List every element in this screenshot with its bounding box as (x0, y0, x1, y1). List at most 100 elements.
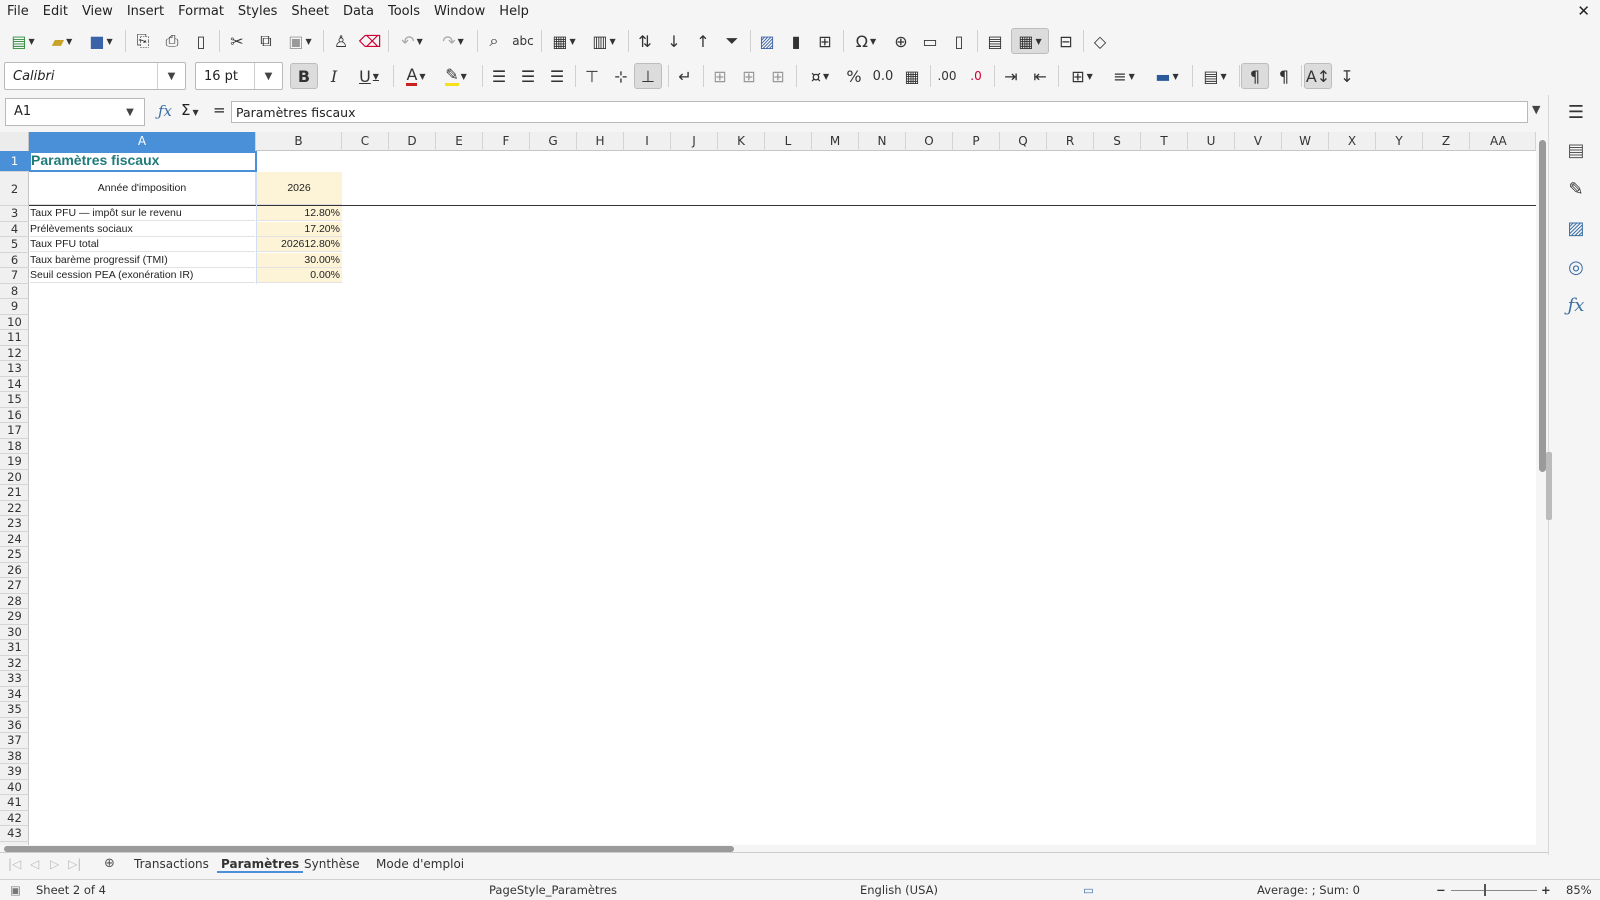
row-header[interactable]: 4 (0, 222, 29, 237)
menu-sheet[interactable]: Sheet (284, 0, 336, 23)
row-header[interactable]: 41 (0, 795, 29, 811)
selection-mode-icon[interactable]: ▭ (1083, 883, 1094, 897)
column-header[interactable]: I (624, 132, 671, 151)
font-name-combo[interactable]: Calibri ▼ (4, 62, 186, 90)
spreadsheet-grid[interactable]: A B C D E F G H I J K L M N O P Q R S T … (0, 132, 1536, 846)
row-header[interactable]: 34 (0, 687, 29, 702)
menu-view[interactable]: View (75, 0, 120, 23)
column-header[interactable]: H (577, 132, 624, 151)
param-label-cell[interactable]: Taux PFU — impôt sur le revenu (30, 206, 255, 221)
print-icon[interactable]: ⎙ (160, 28, 184, 54)
insert-image-icon[interactable]: ▨ (755, 28, 779, 54)
row-header[interactable]: 33 (0, 671, 29, 687)
name-box[interactable]: A1 ▼ (5, 98, 145, 126)
row-header[interactable]: 1 (0, 151, 29, 172)
last-sheet-icon[interactable]: ▷| (68, 857, 81, 871)
row-header[interactable]: 15 (0, 392, 29, 408)
tab-mode-emploi[interactable]: Mode d'emploi (372, 857, 468, 871)
chevron-down-icon[interactable]: ▼ (254, 63, 282, 89)
sort-descending-icon[interactable]: ↑ (691, 28, 715, 54)
column-header[interactable]: Z (1423, 132, 1470, 151)
menu-edit[interactable]: Edit (36, 0, 75, 23)
sort-ascending-icon[interactable]: ↓ (662, 28, 686, 54)
row-header[interactable]: 27 (0, 578, 29, 594)
row-header[interactable]: 43 (0, 826, 29, 842)
undo-icon[interactable]: ↶ ▼ (394, 28, 430, 54)
row-header[interactable]: 5 (0, 237, 29, 253)
navigator-icon[interactable]: ◎ (1564, 255, 1588, 279)
row-header[interactable]: 10 (0, 315, 29, 330)
row-header[interactable]: 6 (0, 253, 29, 268)
wrap-text-icon[interactable]: ↵ (673, 63, 697, 89)
row-header[interactable]: 11 (0, 330, 29, 346)
row-header[interactable]: 38 (0, 749, 29, 764)
tab-transactions[interactable]: Transactions (130, 857, 213, 871)
menu-format[interactable]: Format (171, 0, 231, 23)
column-header[interactable]: C (342, 132, 389, 151)
column-header[interactable]: A (29, 132, 256, 151)
row-header[interactable]: 3 (0, 206, 29, 222)
redo-icon[interactable]: ↷ ▼ (435, 28, 471, 54)
column-header[interactable]: E (436, 132, 483, 151)
merge-cells-icon[interactable]: ⊞ (737, 63, 761, 89)
left-to-right-icon[interactable]: ¶ (1241, 63, 1269, 89)
column-header[interactable]: Q (1000, 132, 1047, 151)
clear-formatting-icon[interactable]: ⌫ (358, 28, 382, 54)
year-label-cell[interactable]: Année d'imposition (29, 172, 256, 205)
row-header[interactable]: 26 (0, 563, 29, 578)
row-header[interactable]: 37 (0, 733, 29, 749)
add-decimal-icon[interactable]: .00 (935, 63, 959, 89)
properties-icon[interactable]: ▤ (1564, 138, 1588, 162)
column-header[interactable]: R (1047, 132, 1094, 151)
insert-chart-icon[interactable]: ▮ (784, 28, 808, 54)
row-header[interactable]: 21 (0, 485, 29, 501)
row-header[interactable]: 31 (0, 640, 29, 656)
copy-icon[interactable]: ⧉ (254, 28, 278, 54)
row-header[interactable]: 30 (0, 625, 29, 640)
expand-formula-bar-icon[interactable]: ▼ (1532, 103, 1540, 116)
sheet-title[interactable]: Paramètres fiscaux (31, 152, 253, 171)
row-header[interactable]: 14 (0, 377, 29, 392)
row-header[interactable]: 35 (0, 702, 29, 718)
page-style[interactable]: PageStyle_Paramètres (489, 883, 617, 897)
chevron-down-icon[interactable]: ▼ (116, 99, 144, 125)
highlight-color-button[interactable]: ✎ ▼ (437, 63, 475, 89)
param-label-cell[interactable]: Taux barème progressif (TMI) (30, 253, 255, 268)
menu-styles[interactable]: Styles (231, 0, 284, 23)
row-header[interactable]: 7 (0, 268, 29, 284)
text-direction-lr-icon[interactable]: A↕ (1304, 63, 1332, 89)
menu-tools[interactable]: Tools (381, 0, 427, 23)
column-header[interactable]: K (718, 132, 765, 151)
menu-help[interactable]: Help (492, 0, 536, 23)
zoom-level[interactable]: 85% (1566, 883, 1592, 897)
menu-file[interactable]: File (0, 0, 36, 23)
chevron-down-icon[interactable]: ▼ (157, 63, 185, 89)
print-preview-icon[interactable]: ▯ (189, 28, 213, 54)
row-header[interactable]: 12 (0, 346, 29, 361)
row-header[interactable]: 29 (0, 609, 29, 625)
right-to-left-icon[interactable]: ¶ (1272, 63, 1296, 89)
hyperlink-icon[interactable]: ⊕ (889, 28, 913, 54)
merge-center-icon[interactable]: ⊞ (708, 63, 732, 89)
zoom-slider[interactable] (1451, 890, 1537, 891)
row-header[interactable]: 20 (0, 470, 29, 485)
zoom-out-icon[interactable]: − (1436, 883, 1446, 897)
pivot-table-icon[interactable]: ⊞ (813, 28, 837, 54)
define-print-area-icon[interactable]: ▤ (983, 28, 1007, 54)
autofilter-icon[interactable]: ⏷ (720, 28, 744, 54)
selection-summary[interactable]: Average: ; Sum: 0 (1257, 883, 1360, 897)
font-size-combo[interactable]: 16 pt ▼ (195, 62, 283, 90)
text-direction-tb-icon[interactable]: ↧ (1335, 63, 1359, 89)
row-header[interactable]: 28 (0, 594, 29, 609)
cut-icon[interactable]: ✂ (225, 28, 249, 54)
save-icon[interactable]: ■ ▼ (83, 28, 119, 54)
increase-indent-icon[interactable]: ⇥ (999, 63, 1023, 89)
number-format-icon[interactable]: 0.0 (871, 63, 895, 89)
column-header[interactable]: O (906, 132, 953, 151)
row-header[interactable]: 19 (0, 454, 29, 470)
align-middle-icon[interactable]: ⊹ (609, 63, 633, 89)
percent-format-icon[interactable]: % (842, 63, 866, 89)
styles-icon[interactable]: ✎ (1564, 177, 1588, 201)
column-header[interactable]: N (859, 132, 906, 151)
align-center-icon[interactable]: ☰ (516, 63, 540, 89)
